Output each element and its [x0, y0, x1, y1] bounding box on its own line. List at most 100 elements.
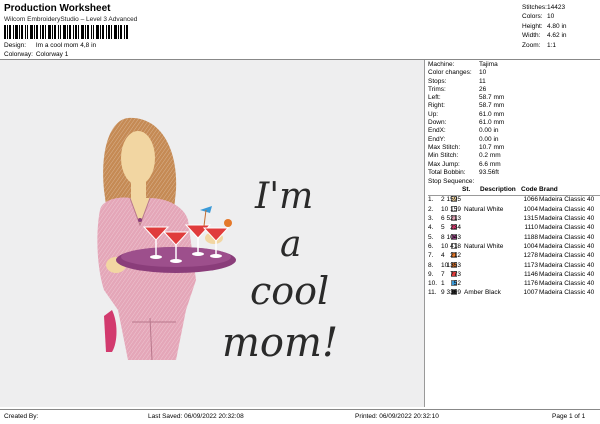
row-index: 4. — [428, 224, 434, 232]
machine-info-panel: Machine: Tajima Color changes: 10 Stops: 11 Tr… — [428, 61, 600, 299]
col-description: Description — [480, 186, 516, 194]
row-brand: Madeira Classic 40 — [539, 270, 595, 278]
machine-info-value: 10 — [479, 69, 487, 77]
machine-info-label: EndX: — [428, 127, 446, 135]
stop-sequence-row: 1. 2 1595 1066 Madeira Classic 40 — [428, 196, 600, 205]
row-stitches: 1043 — [446, 233, 461, 241]
row-stop: 4 — [441, 252, 445, 260]
row-stop: 7 — [441, 270, 445, 278]
row-brand: Madeira Classic 40 — [539, 224, 595, 232]
machine-info-label: Color changes: — [428, 69, 472, 77]
machine-info-value: 93.56ft — [479, 168, 499, 176]
stop-sequence-title: Stop Sequence: — [428, 178, 475, 186]
machine-info-label: Right: — [428, 102, 445, 110]
worksheet-title: Production Worksheet — [4, 3, 111, 14]
row-index: 6. — [428, 242, 434, 250]
colorway-label: Colorway: — [4, 51, 33, 58]
machine-info-row: Left: 58.7 mm — [428, 94, 600, 102]
row-code: 1176 — [524, 280, 538, 288]
row-stop: 8 — [441, 233, 445, 241]
machine-info-label: Down: — [428, 119, 447, 127]
row-stop: 2 — [441, 196, 445, 204]
stop-sequence-row: 5. 8 1043 1188 Madeira Classic 40 — [428, 233, 600, 243]
colorway-row: Colorway: Colorway 1 — [4, 51, 68, 58]
machine-info-label: Machine: — [428, 61, 455, 68]
row-brand: Madeira Classic 40 — [539, 280, 595, 288]
row-code: 1004 — [523, 205, 538, 213]
row-index: 5. — [428, 233, 434, 241]
stop-sequence-row: 7. 4 212 1278 Madeira Classic 40 — [428, 252, 600, 261]
machine-info-value: 6.6 mm — [479, 160, 501, 168]
machine-info-value: 0.2 mm — [479, 152, 501, 160]
design-stats: Stitches:14423 Colors: 10 Height: 4.80 in … — [522, 3, 567, 50]
machine-info-row: Trims: 26 — [428, 86, 600, 94]
stat-stitches: Stitches:14423 — [522, 4, 566, 11]
machine-info-value: 61.0 mm — [479, 110, 505, 118]
caption-line-1: I'm — [254, 176, 313, 217]
row-description: Natural White — [464, 242, 504, 250]
row-description: Natural White — [464, 205, 504, 213]
machine-info-label: EndY: — [428, 135, 446, 143]
machine-info-label: Min Stitch: — [428, 152, 459, 160]
machine-info-row: Max Stitch: 10.7 mm — [428, 144, 600, 152]
row-index: 7. — [428, 252, 434, 260]
machine-info-label: Max Jump: — [428, 160, 460, 168]
row-index: 9. — [428, 270, 434, 278]
row-brand: Madeira Classic 40 — [539, 205, 595, 213]
row-description: Amber Black — [464, 289, 501, 297]
row-stitches: 1353 — [446, 261, 461, 269]
col-st: St. — [462, 186, 471, 194]
stop-sequence-row: 11. 9 3369 Amber Black 1007 Madeira Classic 4… — [428, 289, 600, 298]
machine-info-row: EndY: 0.00 in — [428, 136, 600, 144]
design-preview: I'm a cool mom! — [0, 60, 425, 407]
design-label: Design: — [4, 42, 27, 49]
footer-divider — [0, 409, 600, 410]
row-index: 10. — [428, 280, 438, 288]
stop-sequence-row: 6. 10 418 Natural White 1004 Madeira Classic … — [428, 242, 600, 252]
stop-sequence-row: 4. 5 234 1110 Madeira Classic 40 — [428, 224, 600, 233]
stat-colors: Colors: 10 — [522, 13, 555, 21]
machine-info-list: Machine: Tajima Color changes: 10 Stops: 11 Tr… — [428, 61, 600, 177]
row-stop: 5 — [441, 224, 445, 232]
machine-info-row: Min Stitch: 0.2 mm — [428, 152, 600, 160]
row-stitches: 3369 — [446, 289, 461, 297]
stop-sequence-header: St. Description Code Brand — [428, 186, 600, 197]
row-stop: 6 — [441, 215, 445, 223]
row-stop: 10 — [441, 242, 449, 250]
machine-info-value: 11 — [479, 77, 486, 85]
machine-info-row: Down: 61.0 mm — [428, 119, 600, 127]
row-brand: Madeira Classic 40 — [539, 289, 595, 297]
row-stop: 9 — [441, 289, 445, 297]
machine-info-value: 10.7 mm — [479, 143, 505, 151]
machine-info-label: Max Stitch: — [428, 143, 461, 151]
machine-info-row: EndX: 0.00 in — [428, 127, 600, 135]
row-stop: 10 — [441, 205, 449, 213]
stat-zoom: Zoom: 1:1 — [522, 41, 557, 49]
row-stitches: 773 — [450, 270, 461, 278]
row-index: 8. — [428, 261, 434, 269]
row-code: 1004 — [523, 242, 538, 250]
stat-height: Height: 4.80 in — [522, 22, 567, 30]
machine-info-value: Tajima — [479, 61, 498, 68]
stop-sequence-list: 1. 2 1595 1066 Madeira Classic 40 2. 10 159 Natu… — [428, 196, 600, 298]
row-stitches: 1595 — [446, 196, 461, 204]
row-code: 1146 — [524, 270, 538, 278]
row-index: 2. — [428, 205, 434, 213]
stop-sequence-row: 10. 1 52 1176 Madeira Classic 40 — [428, 280, 600, 289]
design-value: Im a cool mom 4,8 in — [35, 42, 97, 49]
row-brand: Madeira Classic 40 — [539, 261, 595, 269]
row-stitches: 212 — [450, 252, 461, 260]
row-brand: Madeira Classic 40 — [539, 196, 595, 204]
row-code: 1315 — [523, 215, 538, 223]
row-index: 1. — [428, 196, 434, 204]
row-brand: Madeira Classic 40 — [539, 233, 595, 241]
machine-info-row: Color changes: 10 — [428, 69, 600, 77]
row-brand: Madeira Classic 40 — [539, 252, 595, 260]
machine-info-label: Trims: — [428, 85, 446, 93]
row-brand: Madeira Classic 40 — [539, 215, 595, 223]
row-code: 1278 — [523, 252, 538, 260]
caption-line-2: a — [280, 224, 301, 265]
embroidery-illustration: I'm a cool mom! — [97, 117, 338, 366]
machine-info-row: Stops: 11 — [428, 78, 600, 86]
machine-info-row: Machine: Tajima — [428, 61, 600, 69]
